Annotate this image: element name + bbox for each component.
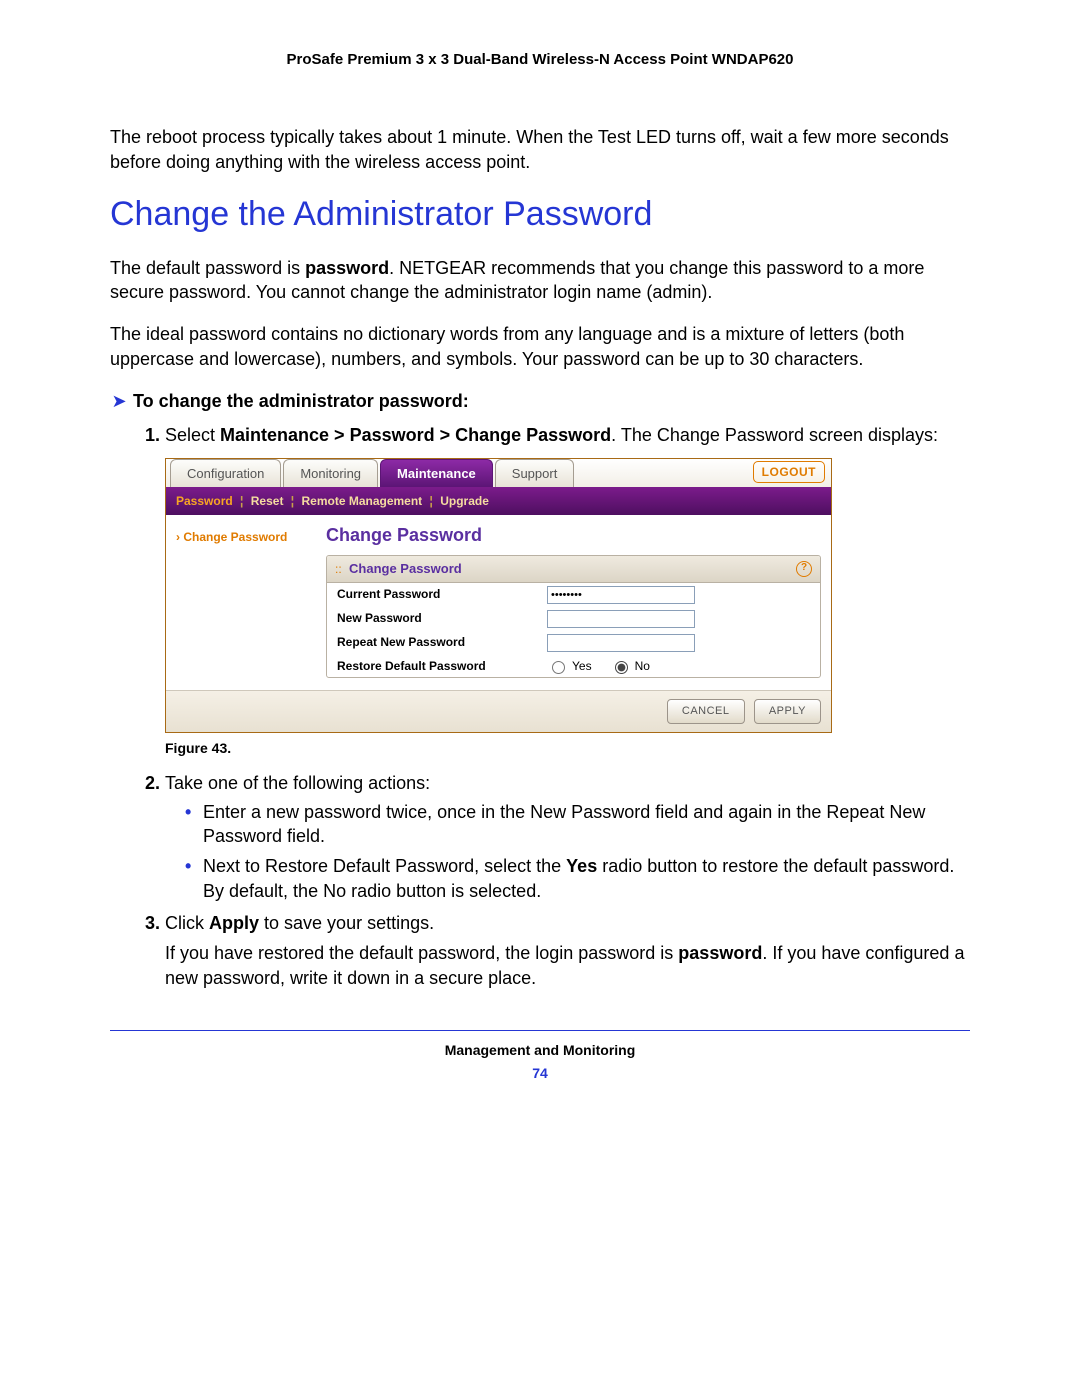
default-password-paragraph: The default password is password. NETGEA… bbox=[110, 256, 970, 305]
label-repeat-new-password: Repeat New Password bbox=[337, 634, 547, 650]
change-password-screenshot: Configuration Monitoring Maintenance Sup… bbox=[165, 458, 832, 733]
bullet-restore-default: Next to Restore Default Password, select… bbox=[185, 854, 970, 903]
label-new-password: New Password bbox=[337, 610, 547, 626]
text-fragment: The default password is bbox=[110, 258, 305, 278]
password-advice-paragraph: The ideal password contains no dictionar… bbox=[110, 322, 970, 371]
step-1: Select Maintenance > Password > Change P… bbox=[165, 423, 970, 447]
step-3: Click Apply to save your settings. If yo… bbox=[165, 911, 970, 990]
bullet-enter-new-password: Enter a new password twice, once in the … bbox=[185, 800, 970, 849]
sidebar-item-label: Change Password bbox=[183, 530, 287, 544]
tab-monitoring[interactable]: Monitoring bbox=[283, 459, 378, 487]
figure-caption: Figure 43. bbox=[165, 739, 970, 758]
tabs-row: Configuration Monitoring Maintenance Sup… bbox=[166, 459, 831, 488]
document-header: ProSafe Premium 3 x 3 Dual-Band Wireless… bbox=[110, 50, 970, 70]
restore-default-yes[interactable]: Yes bbox=[547, 658, 592, 674]
text-fragment: . The Change Password screen displays: bbox=[611, 425, 938, 445]
help-icon[interactable]: ? bbox=[796, 561, 812, 577]
subnav-password[interactable]: Password bbox=[176, 494, 233, 508]
panel-title: Change Password bbox=[326, 523, 821, 547]
chevron-right-icon: ➤ bbox=[110, 389, 128, 413]
subnav-bar: Password ¦ Reset ¦ Remote Management ¦ U… bbox=[166, 488, 831, 515]
intro-paragraph: The reboot process typically takes about… bbox=[110, 125, 970, 174]
text-bold: password bbox=[305, 258, 389, 278]
panel-head-label: Change Password bbox=[349, 561, 462, 576]
sidebar: › Change Password bbox=[166, 515, 318, 690]
text-fragment: Next to Restore Default Password, select… bbox=[203, 856, 566, 876]
restore-default-no[interactable]: No bbox=[610, 658, 650, 674]
restore-default-no-radio[interactable] bbox=[615, 661, 628, 674]
subnav-upgrade[interactable]: Upgrade bbox=[440, 494, 489, 508]
separator-icon: ¦ bbox=[287, 494, 298, 508]
label-current-password: Current Password bbox=[337, 586, 547, 602]
tab-support[interactable]: Support bbox=[495, 459, 575, 487]
new-password-input[interactable] bbox=[547, 610, 695, 628]
separator-icon: ¦ bbox=[426, 494, 437, 508]
button-row: CANCEL APPLY bbox=[166, 690, 831, 732]
radio-label: Yes bbox=[572, 658, 592, 674]
sidebar-item-change-password[interactable]: › Change Password bbox=[172, 525, 312, 549]
step-2: Take one of the following actions: Enter… bbox=[165, 771, 970, 902]
procedure-heading-label: To change the administrator password: bbox=[133, 391, 469, 411]
subnav-reset[interactable]: Reset bbox=[251, 494, 284, 508]
cancel-button[interactable]: CANCEL bbox=[667, 699, 745, 724]
footer-page-number: 74 bbox=[110, 1064, 970, 1083]
radio-label: No bbox=[635, 658, 650, 674]
current-password-input[interactable] bbox=[547, 586, 695, 604]
subnav-remote-management[interactable]: Remote Management bbox=[301, 494, 422, 508]
text-bold: password bbox=[678, 943, 762, 963]
logout-button[interactable]: LOGOUT bbox=[753, 461, 825, 483]
step-3-note: If you have restored the default passwor… bbox=[165, 941, 970, 990]
change-password-panel: :: Change Password ? Current Password Ne… bbox=[326, 555, 821, 678]
text-fragment: Select bbox=[165, 425, 220, 445]
separator-icon: ¦ bbox=[236, 494, 247, 508]
text-fragment: Click bbox=[165, 913, 209, 933]
text-bold: Maintenance > Password > Change Password bbox=[220, 425, 611, 445]
text-fragment: If you have restored the default passwor… bbox=[165, 943, 678, 963]
chevron-right-icon: › bbox=[176, 530, 180, 544]
restore-default-yes-radio[interactable] bbox=[552, 661, 565, 674]
text-fragment: Take one of the following actions: bbox=[165, 773, 430, 793]
tab-maintenance[interactable]: Maintenance bbox=[380, 459, 493, 487]
footer-rule bbox=[110, 1030, 970, 1031]
label-restore-default: Restore Default Password bbox=[337, 658, 547, 674]
text-fragment: to save your settings. bbox=[259, 913, 434, 933]
text-bold: Yes bbox=[566, 856, 597, 876]
footer-section-name: Management and Monitoring bbox=[110, 1041, 970, 1060]
tab-configuration[interactable]: Configuration bbox=[170, 459, 281, 487]
repeat-new-password-input[interactable] bbox=[547, 634, 695, 652]
procedure-heading: ➤ To change the administrator password: bbox=[110, 389, 970, 413]
panel-head-icon: :: bbox=[335, 562, 342, 576]
apply-button[interactable]: APPLY bbox=[754, 699, 821, 724]
section-heading: Change the Administrator Password bbox=[110, 192, 970, 238]
text-bold: Apply bbox=[209, 913, 259, 933]
